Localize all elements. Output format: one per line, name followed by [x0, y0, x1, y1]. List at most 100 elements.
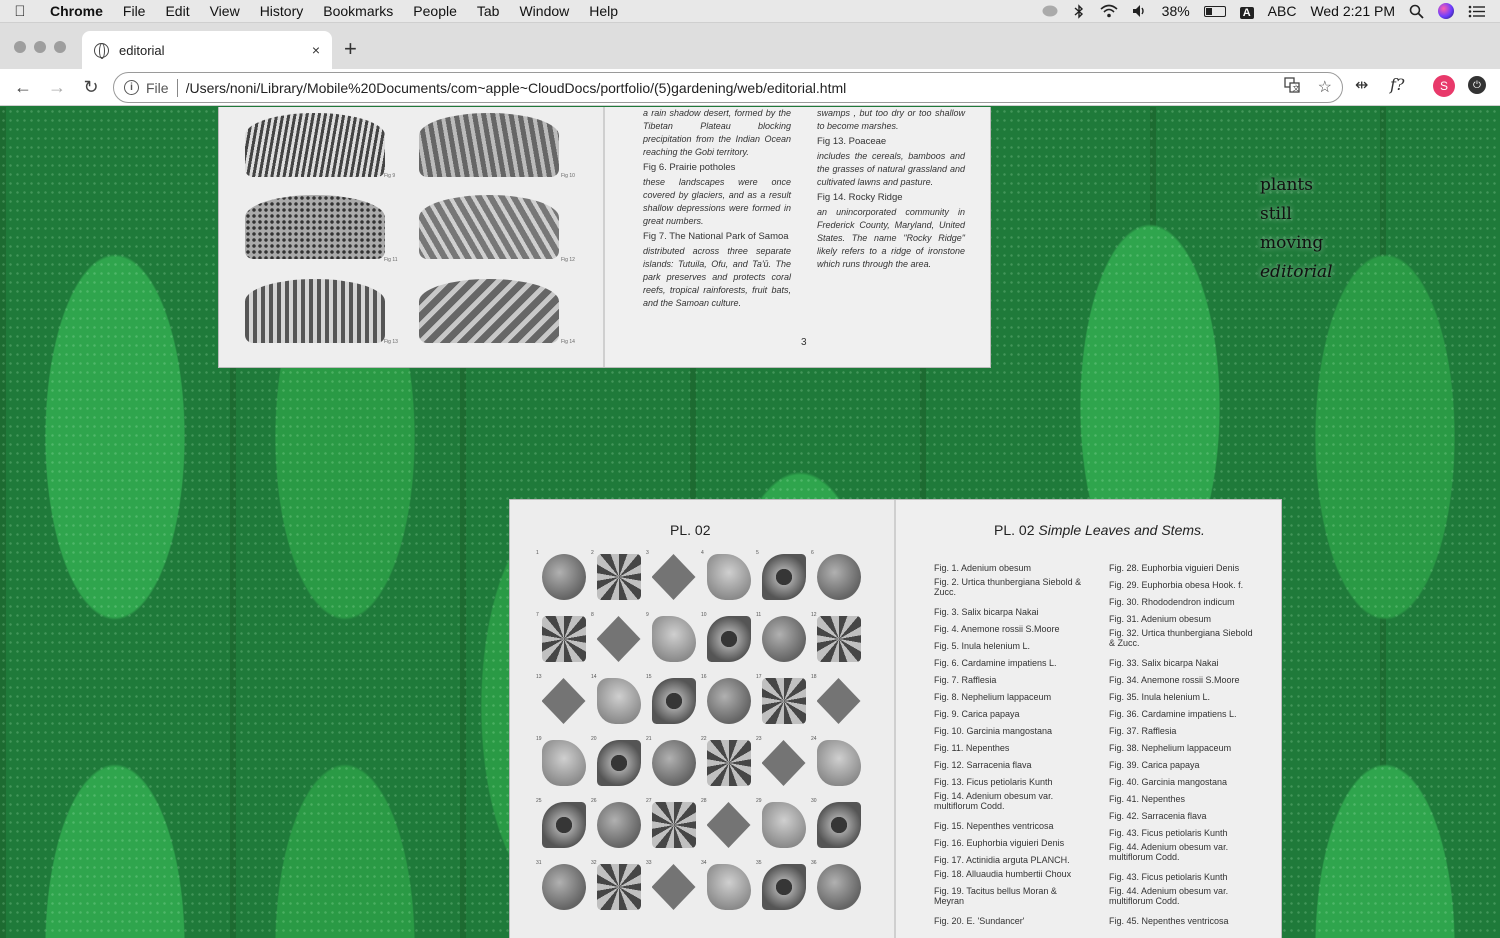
menu-history[interactable]: History [250, 3, 314, 19]
bluetooth-icon[interactable] [1072, 3, 1086, 19]
spotlight-icon[interactable] [1409, 3, 1424, 19]
apple-icon[interactable]:  [0, 3, 40, 20]
fig-tag: Fig 11 [384, 257, 398, 263]
function-extension-icon[interactable]: f? [1390, 75, 1405, 94]
scanned-spread-leaves: PL. 02 1 2 3 4 5 6 7 8 9 10 11 12 13 14 15 16 17 18 19 20 21… [510, 500, 1281, 938]
leaf-illustration [651, 616, 696, 662]
forward-icon[interactable]: → [40, 77, 74, 98]
menu-app-chrome[interactable]: Chrome [40, 3, 113, 19]
power-icon[interactable]: ⏻ [1468, 76, 1486, 94]
leaf-number: 27 [646, 798, 652, 804]
scanned-spread-landscapes: Fig 9 Fig 10 Fig 11 Fig 12 Fig 13 Fig 14… [219, 107, 990, 367]
plant-illustration [245, 279, 385, 343]
menu-view[interactable]: View [200, 3, 250, 19]
wifi-icon[interactable] [1100, 3, 1118, 19]
menu-file[interactable]: File [113, 3, 156, 19]
leaf-number: 26 [591, 798, 597, 804]
fig-tag: Fig 12 [561, 257, 575, 263]
site-nav: plants still moving editorial [1260, 171, 1333, 287]
leaf-illustration [706, 802, 751, 848]
nav-editorial[interactable]: editorial [1260, 258, 1333, 287]
menu-bookmarks[interactable]: Bookmarks [313, 3, 403, 19]
nav-plants[interactable]: plants [1260, 171, 1333, 200]
leaf-illustration [541, 678, 586, 724]
figure-entry: Fig. 6. Cardamine impatiens L. [934, 658, 1057, 668]
leaf-specimen: 15 [646, 674, 701, 736]
figure-entry: Fig. 17. Actinidia arguta PLANCH. [934, 855, 1070, 865]
leaf-specimen: 7 [536, 612, 591, 674]
menu-people[interactable]: People [403, 3, 467, 19]
plus-icon[interactable]: + [344, 37, 357, 61]
figure-entry: Fig. 40. Garcinia mangostana [1109, 777, 1228, 787]
profile-icon[interactable]: S [1433, 75, 1455, 97]
leaf-grid: 1 2 3 4 5 6 7 8 9 10 11 12 13 14 15 16 17 18 19 20 21 22 23 24 2… [536, 550, 866, 922]
figure-entry: Fig. 2. Urtica thunbergiana Siebold & Zu… [934, 577, 1082, 597]
menu-window[interactable]: Window [509, 3, 579, 19]
nav-moving[interactable]: moving [1260, 229, 1333, 258]
figure-entry: Fig. 28. Euphorbia viguieri Denis [1109, 563, 1240, 573]
close-icon[interactable]: × [312, 42, 320, 58]
battery-icon[interactable] [1203, 5, 1226, 17]
leaf-illustration [596, 864, 641, 910]
macos-menu-bar:  Chrome File Edit View History Bookmark… [0, 0, 1500, 23]
volume-icon[interactable] [1132, 3, 1148, 19]
back-icon[interactable]: ← [6, 77, 40, 98]
translate-icon[interactable]: 文 [1284, 77, 1300, 98]
input-source-label[interactable]: ABC [1268, 3, 1297, 19]
menu-help[interactable]: Help [579, 3, 628, 19]
fig-tag: Fig 14 [561, 339, 575, 345]
reload-icon[interactable]: ↻ [74, 77, 108, 98]
figure-entry: Fig. 32. Urtica thunbergiana Siebold & Z… [1109, 628, 1253, 648]
chat-icon[interactable] [1042, 3, 1058, 19]
leaf-number: 23 [756, 736, 762, 742]
figure-entry: Fig. 14. Adenium obesum var. multiflorum… [934, 791, 1054, 811]
leaf-number: 20 [591, 736, 597, 742]
leaf-number: 5 [756, 550, 759, 556]
info-icon[interactable]: i [124, 80, 139, 95]
tab-editorial[interactable]: editorial × [82, 31, 332, 69]
menu-tab[interactable]: Tab [467, 3, 510, 19]
clock[interactable]: Wed 2:21 PM [1310, 3, 1395, 19]
leaf-specimen: 18 [811, 674, 866, 736]
body-text: includes the cereals, bamboos and the gr… [817, 151, 965, 187]
figure-entry: Fig. 11. Nepenthes [934, 743, 1010, 753]
leaf-illustration [761, 802, 806, 848]
notification-center-icon[interactable] [1468, 3, 1486, 19]
plate-heading-subtitle: Simple Leaves and Stems. [1038, 522, 1205, 538]
address-bar[interactable]: i File /Users/noni/Library/Mobile%20Docu… [113, 72, 1343, 103]
leaf-number: 34 [701, 860, 707, 866]
figure-entry: Fig. 16. Euphorbia viguieri Denis [934, 838, 1065, 848]
leaf-specimen: 19 [536, 736, 591, 798]
leaf-specimen: 32 [591, 860, 646, 922]
siri-icon[interactable] [1438, 3, 1454, 19]
figure-entry: Fig. 34. Anemone rossii S.Moore [1109, 675, 1240, 685]
url-text[interactable]: /Users/noni/Library/Mobile%20Documents/c… [186, 80, 1284, 96]
spread2-right-page: PL. 02 Simple Leaves and Stems. Fig. 1. … [896, 500, 1281, 938]
zoom-window-button[interactable] [54, 41, 66, 53]
figure-caption: Fig 14. Rocky Ridge [817, 192, 903, 203]
star-icon[interactable]: ☆ [1318, 77, 1332, 98]
extension-icon[interactable]: ⇹ [1355, 75, 1368, 95]
leaf-number: 22 [701, 736, 707, 742]
leaf-specimen: 3 [646, 550, 701, 612]
nav-still[interactable]: still [1260, 200, 1333, 229]
leaf-illustration [596, 802, 641, 848]
leaf-number: 13 [536, 674, 542, 680]
leaf-specimen: 13 [536, 674, 591, 736]
leaf-illustration [761, 864, 806, 910]
leaf-illustration [816, 864, 861, 910]
leaf-number: 31 [536, 860, 542, 866]
input-source-icon[interactable]: A [1239, 3, 1254, 19]
spread2-left-page: PL. 02 1 2 3 4 5 6 7 8 9 10 11 12 13 14 15 16 17 18 19 20 21… [510, 500, 894, 938]
leaf-number: 28 [701, 798, 707, 804]
figure-entry: Fig. 19. Tacitus bellus Moran & Meyran [934, 886, 1057, 906]
leaf-specimen: 20 [591, 736, 646, 798]
leaf-number: 15 [646, 674, 652, 680]
leaf-number: 4 [701, 550, 704, 556]
menu-edit[interactable]: Edit [155, 3, 199, 19]
url-scheme: File [146, 79, 169, 96]
leaf-illustration [541, 616, 586, 662]
close-window-button[interactable] [14, 41, 26, 53]
page-number: 3 [801, 337, 807, 348]
minimize-window-button[interactable] [34, 41, 46, 53]
